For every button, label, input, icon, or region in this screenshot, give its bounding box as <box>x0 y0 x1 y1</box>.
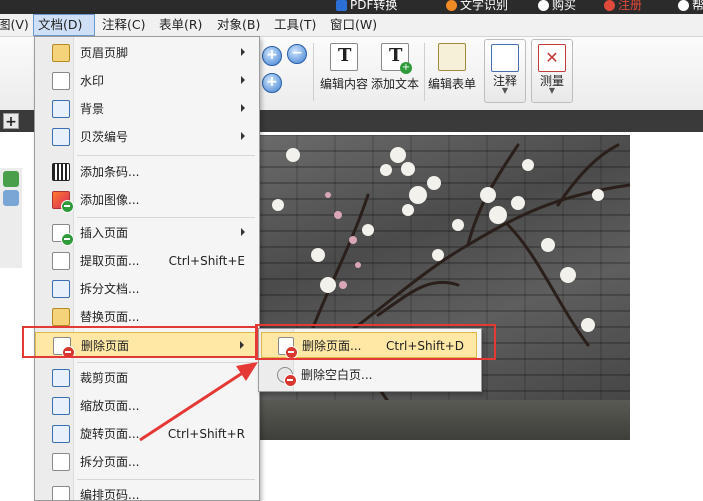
annotation-arrow <box>139 362 258 442</box>
